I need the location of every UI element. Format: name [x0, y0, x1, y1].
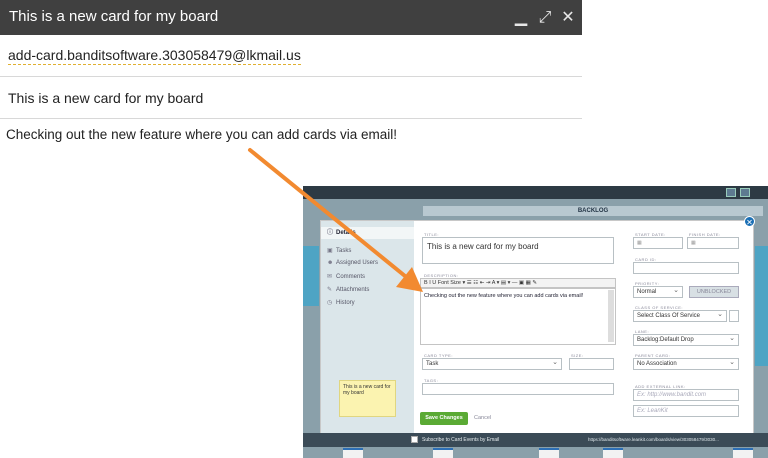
sidebar-item-details[interactable]: ⓘ Details: [321, 227, 414, 239]
compose-window: This is a new card for my board ▁ ⤢ ✕ ad…: [0, 0, 582, 140]
subscribe-label: Subscribe to Card Events by Email: [422, 437, 500, 443]
to-field[interactable]: add-card.banditsoftware.303058479@lkmail…: [0, 35, 582, 77]
priority-select[interactable]: Normal: [633, 286, 683, 298]
screenshot-topbar: [303, 186, 768, 199]
board-card-tile[interactable]: [433, 448, 453, 458]
external-link-label-input[interactable]: Ex: LeanKit: [633, 405, 739, 417]
to-address: add-card.banditsoftware.303058479@lkmail…: [8, 47, 301, 65]
sidebar-item-label: History: [336, 300, 355, 306]
sidebar-item-attachments[interactable]: ✎ Attachments: [327, 286, 369, 293]
card-type-select[interactable]: Task: [422, 358, 562, 370]
board-card-tile[interactable]: [603, 448, 623, 458]
calendar-icon: ▦: [637, 240, 642, 246]
lane-select[interactable]: Backlog:Default Drop: [633, 334, 739, 346]
backlog-header: BACKLOG: [423, 206, 763, 216]
start-date-input[interactable]: ▦: [633, 237, 683, 249]
task-icon: ▣: [327, 248, 333, 254]
editor-scrollbar[interactable]: [608, 290, 614, 342]
board-view-icon: [726, 188, 736, 197]
sidebar-item-label: Assigned Users: [336, 260, 379, 266]
board-card-tile[interactable]: [539, 448, 559, 458]
close-icon[interactable]: ✕: [558, 6, 578, 28]
message-body[interactable]: Checking out the new feature where you c…: [6, 127, 397, 142]
sidebar-item-label: Details: [336, 230, 356, 236]
comment-icon: ✉: [327, 274, 333, 280]
save-changes-button[interactable]: Save Changes: [420, 412, 468, 425]
sidebar-item-label: Tasks: [336, 248, 352, 254]
embedded-screenshot: BACKLOG ⓘ Details ▣ Tasks ☻ Assigned Users …: [303, 186, 768, 458]
info-icon: ⓘ: [327, 230, 334, 236]
list-view-icon: [740, 188, 750, 197]
clock-icon: ◷: [327, 300, 333, 306]
card-preview-sticky: This is a new card for my board: [339, 380, 396, 417]
sidebar-item-label: Comments: [336, 274, 366, 280]
cancel-link[interactable]: Cancel: [474, 415, 491, 421]
size-input[interactable]: [569, 358, 614, 370]
board-lane-right: [755, 246, 768, 366]
compose-title: This is a new card for my board: [9, 8, 219, 25]
sidebar-item-tasks[interactable]: ▣ Tasks: [327, 247, 351, 254]
parent-card-select[interactable]: No Association: [633, 358, 739, 370]
modal-close-icon[interactable]: ✕: [744, 216, 755, 227]
external-link-url-input[interactable]: Ex: http://www.bandit.com: [633, 389, 739, 401]
sidebar-item-comments[interactable]: ✉ Comments: [327, 273, 365, 280]
card-sidebar: ⓘ Details ▣ Tasks ☻ Assigned Users ✉ Comment…: [321, 221, 414, 447]
editor-toolbar[interactable]: B I U Font Size ▾ ☰ ☷ ⇤ ⇥ A ▾ ▤ ▾ — ▣ ▦ …: [420, 278, 616, 288]
class-of-service-select[interactable]: Select Class Of Service: [633, 310, 727, 322]
title-input[interactable]: This is a new card for my board: [422, 237, 614, 264]
users-icon: ☻: [327, 260, 334, 266]
finish-date-input[interactable]: ▦: [687, 237, 739, 249]
expand-icon[interactable]: ⤢: [535, 6, 555, 28]
board-card-tile[interactable]: [343, 448, 363, 458]
board-card-tile[interactable]: [733, 448, 753, 458]
tags-input[interactable]: [422, 383, 614, 395]
unblocked-button[interactable]: UNBLOCKED: [689, 286, 739, 298]
class-of-service-info-icon[interactable]: [729, 310, 739, 322]
card-url[interactable]: https://banditsoftware.leankit.com/board…: [588, 437, 719, 442]
sidebar-item-assigned-users[interactable]: ☻ Assigned Users: [327, 260, 378, 266]
description-editor[interactable]: Checking out the new feature where you c…: [420, 288, 616, 345]
sidebar-item-label: Attachments: [336, 287, 370, 293]
subject-field[interactable]: This is a new card for my board: [0, 77, 582, 119]
paperclip-icon: ✎: [327, 287, 333, 293]
card-id-input[interactable]: [633, 262, 739, 274]
sidebar-item-history[interactable]: ◷ History: [327, 299, 355, 306]
compose-header: This is a new card for my board ▁ ⤢ ✕: [0, 0, 582, 35]
calendar-icon: ▦: [691, 240, 696, 246]
minimize-icon[interactable]: ▁: [511, 6, 531, 28]
subscribe-checkbox[interactable]: [411, 436, 418, 443]
subject-text: This is a new card for my board: [8, 90, 204, 106]
board-lane-left: [303, 246, 319, 306]
